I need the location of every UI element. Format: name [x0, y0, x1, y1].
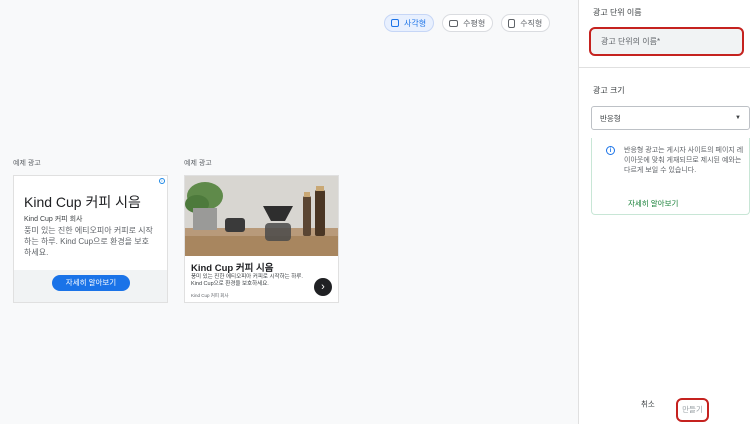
ad2-description: 풍미 있는 진한 에티오피아 커피로 시작하는 하루. Kind Cup으로 환… [191, 274, 303, 287]
toggle-horizontal[interactable]: 수평형 [442, 14, 494, 32]
ad-preview-area: 사각형 수평형 수직형 예제 광고 예제 광고 i Kind Cup 커피 시음… [0, 0, 578, 424]
ad1-company: Kind Cup 커피 회사 [24, 216, 83, 223]
adchoices-info-icon: i [159, 178, 165, 184]
ad1-cta-button[interactable]: 자세히 알아보기 [52, 275, 130, 291]
horizontal-rect-icon [449, 19, 459, 27]
format-toggle-group: 사각형 수평형 수직형 [384, 14, 551, 32]
example-ad-text: i Kind Cup 커피 시음 Kind Cup 커피 회사 풍미 있는 진한… [13, 175, 168, 303]
ad-size-value: 반응형 [600, 113, 621, 123]
responsive-info-text: 반응형 광고는 게시자 사이트의 페이지 레이아웃에 맞춰 게재되므로 제시된 … [624, 147, 744, 174]
square-icon [391, 19, 399, 27]
ad2-title: Kind Cup 커피 시음 [191, 263, 274, 274]
ad1-description: 풍미 있는 진한 에티오피아 커피로 시작하는 하루. Kind Cup으로 환… [24, 226, 153, 257]
toggle-square-label: 사각형 [404, 18, 427, 28]
coffee-photo [185, 176, 338, 256]
name-section-title: 광고 단위 이름 [593, 8, 642, 17]
toggle-vertical-label: 수직형 [520, 18, 543, 28]
cancel-button[interactable]: 취소 [641, 399, 655, 410]
example-ad-label-1: 예제 광고 [13, 160, 41, 167]
toggle-horizontal-label: 수평형 [463, 18, 486, 28]
info-icon: i [606, 146, 615, 155]
ad-unit-settings-panel: 광고 단위 이름 광고 단위의 이름* 광고 크기 반응형 ▼ i 반응형 광고… [578, 0, 750, 424]
create-button[interactable]: 만들기 [676, 398, 709, 422]
ad-size-select[interactable]: 반응형 ▼ [591, 106, 750, 130]
responsive-info-box: i 반응형 광고는 게시자 사이트의 페이지 레이아웃에 맞춰 게재되므로 제시… [591, 138, 750, 215]
divider [579, 67, 750, 68]
ad2-company: Kind Cup 커피 회사 [191, 293, 229, 298]
toggle-vertical[interactable]: 수직형 [501, 14, 551, 32]
ad-unit-name-input[interactable]: 광고 단위의 이름* [589, 27, 744, 56]
learn-more-link[interactable]: 자세히 알아보기 [628, 198, 678, 209]
ad1-cta-bar: 자세히 알아보기 [14, 270, 167, 302]
size-section-title: 광고 크기 [593, 86, 625, 95]
ad1-title: Kind Cup 커피 시음 [24, 194, 141, 210]
toggle-square[interactable]: 사각형 [384, 14, 435, 32]
caret-down-icon: ▼ [735, 115, 741, 121]
example-ad-label-2: 예제 광고 [184, 160, 212, 167]
chevron-right-icon[interactable]: › [314, 278, 332, 296]
vertical-rect-icon [508, 18, 516, 28]
example-ad-image: Kind Cup 커피 시음 풍미 있는 진한 에티오피아 커피로 시작하는 하… [184, 175, 339, 303]
